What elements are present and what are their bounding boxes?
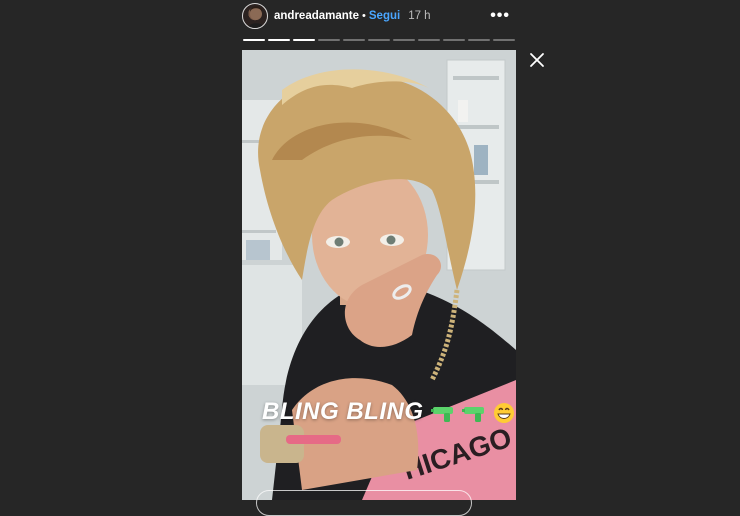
progress-segment[interactable]: [493, 39, 515, 41]
water-pistol-icon: [461, 406, 484, 422]
progress-segment[interactable]: [268, 39, 290, 41]
close-icon[interactable]: [528, 51, 546, 69]
story-progress-bar: [243, 39, 515, 41]
progress-segment[interactable]: [318, 39, 340, 41]
water-pistol-icon: [430, 406, 453, 422]
story-media[interactable]: HICAGO RA BLING BLING: [242, 50, 516, 500]
follow-button[interactable]: Segui: [369, 10, 400, 22]
more-options-icon[interactable]: •••: [490, 8, 510, 24]
story-caption: BLING BLING: [262, 398, 515, 426]
progress-segment[interactable]: [293, 39, 315, 41]
caption-text: BLING BLING: [262, 398, 424, 425]
progress-segment[interactable]: [243, 39, 265, 41]
avatar-image: [247, 6, 265, 28]
reply-input[interactable]: [256, 490, 472, 516]
avatar[interactable]: [242, 3, 268, 29]
grinning-face-icon: [494, 402, 515, 423]
story-header: andreadamante • Segui 17 h •••: [242, 2, 516, 30]
username-link[interactable]: andreadamante: [274, 10, 359, 22]
story-photo: HICAGO RA: [242, 50, 516, 500]
progress-segment[interactable]: [468, 39, 490, 41]
progress-segment[interactable]: [368, 39, 390, 41]
progress-segment[interactable]: [393, 39, 415, 41]
separator-dot: •: [362, 10, 366, 22]
post-time: 17 h: [408, 10, 431, 22]
progress-segment[interactable]: [418, 39, 440, 41]
progress-segment[interactable]: [343, 39, 365, 41]
progress-segment[interactable]: [443, 39, 465, 41]
